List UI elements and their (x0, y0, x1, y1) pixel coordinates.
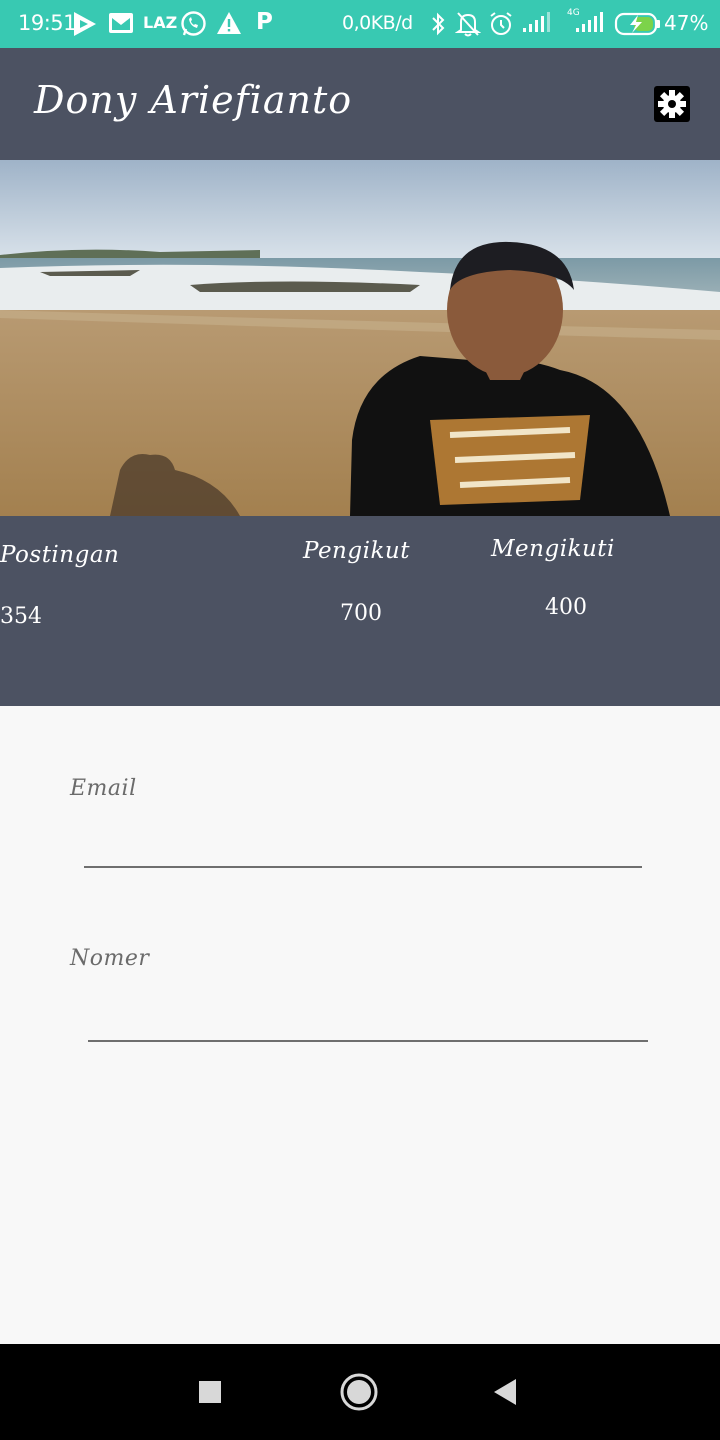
cover-photo (0, 160, 720, 516)
alarm-icon (490, 12, 512, 35)
home-circle-icon (340, 1373, 378, 1411)
posts-label: Postingan (0, 542, 120, 568)
signal-4g-icon (576, 12, 603, 32)
settings-button[interactable] (654, 86, 690, 122)
screen: 19:51 LAZ P 0,0KB/d 4G 47% Dony Ariefian… (0, 0, 720, 1440)
battery-charging-icon (614, 12, 660, 36)
signal-icon (523, 12, 550, 32)
app-bar: Dony Ariefianto (0, 48, 720, 160)
email-label: Email (70, 776, 137, 801)
email-field[interactable] (84, 826, 642, 868)
profile-form: Email Nomer (0, 706, 720, 1344)
phone-label: Nomer (70, 946, 150, 971)
back-button[interactable] (484, 1370, 528, 1414)
laz-icon: LAZ (143, 13, 178, 32)
status-time: 19:51 (18, 11, 77, 35)
profile-name: Dony Ariefianto (34, 78, 353, 122)
stats-panel: Postingan 354 Pengikut 700 Mengikuti 400 (0, 516, 720, 706)
gear-icon (658, 90, 686, 118)
home-button[interactable] (337, 1370, 381, 1414)
following-label: Mengikuti (491, 536, 615, 562)
warning-icon (217, 12, 241, 34)
phone-field[interactable] (88, 1000, 648, 1042)
posts-count: 354 (0, 604, 42, 629)
battery-percentage: 47% (664, 11, 709, 35)
followers-label: Pengikut (303, 538, 410, 564)
whatsapp-icon (181, 11, 206, 36)
bluetooth-icon (432, 12, 445, 36)
beach-photo (0, 160, 720, 516)
p-icon: P (256, 9, 273, 35)
network-speed: 0,0KB/d (342, 12, 413, 34)
following-count: 400 (545, 595, 587, 620)
square-icon (199, 1381, 221, 1403)
play-store-icon (74, 12, 96, 36)
notifications-off-icon (455, 12, 481, 37)
recents-button[interactable] (188, 1370, 232, 1414)
back-triangle-icon (494, 1379, 516, 1405)
mail-icon (109, 13, 133, 33)
status-bar: 19:51 LAZ P 0,0KB/d 4G 47% (0, 0, 720, 48)
navigation-bar (0, 1344, 720, 1440)
followers-count: 700 (340, 601, 382, 626)
